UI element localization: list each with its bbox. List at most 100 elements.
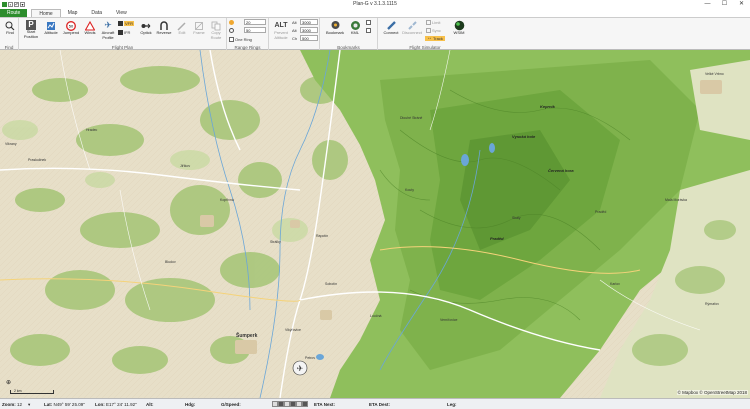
tab-map[interactable]: Map (61, 9, 85, 17)
group-flight-simulator: Connect Disconnect Limit Sync ↔ Track WS… (378, 18, 472, 51)
track-button[interactable]: ↔ Track (425, 36, 445, 41)
winds-button[interactable]: Winds (80, 20, 100, 36)
alt-field-1-label: Alt (292, 20, 297, 25)
alt-field-3-label: Ch (292, 36, 298, 41)
latitude-status: Lat: N49° 59' 25.09" (44, 402, 85, 407)
limit-button[interactable]: Limit (426, 20, 440, 25)
title-bar: ▪ ↶ ▾ Plan-G v 3.1.3.1115 — ☐ ✕ (0, 0, 750, 8)
place-label: Velké Vrbno (705, 72, 724, 76)
peak-label: Praděd (490, 236, 504, 241)
sync-icon (426, 28, 431, 33)
place-label: Praděd (595, 210, 607, 214)
place-label: Vikýřovice (285, 328, 301, 332)
group-range-rings: 20 50 One Ring Range Rings (227, 18, 269, 51)
eta-dest-status: ETA Dest: (369, 402, 391, 407)
heading-status: Hdg: (185, 402, 196, 407)
sync-button[interactable]: Sync (426, 28, 441, 33)
ribbon-tabs: Route Home Map Data View (0, 8, 750, 17)
ifr-icon (118, 30, 123, 35)
window-controls: — ☐ ✕ (699, 0, 750, 8)
maximize-button[interactable]: ☐ (716, 0, 733, 8)
minimize-button[interactable]: — (699, 0, 716, 8)
alt-field-2-input[interactable]: 3000 (300, 27, 318, 33)
map-attribution[interactable]: © Mapbox © OpenStreetMap 2018 (676, 390, 748, 395)
prevent-altitude-button[interactable]: ALT Prevent Altitude (271, 20, 291, 40)
place-label: Strálky (270, 240, 281, 244)
place-label: Kouty (405, 188, 414, 192)
range-ring-1-input[interactable]: 20 (244, 19, 266, 25)
close-button[interactable]: ✕ (733, 0, 750, 8)
svg-text:✈: ✈ (297, 364, 304, 373)
peak-label: Červená hora (548, 168, 574, 173)
place-label: Kopřivná (220, 198, 234, 202)
aircraft-profile-button[interactable]: ✈ Aircraft Profile (98, 20, 118, 40)
jumpend-button[interactable]: 50 Jumpend (61, 20, 81, 36)
track-icon: ↔ (427, 35, 432, 41)
kml-button[interactable]: KML (345, 20, 365, 36)
frame-icon (194, 20, 205, 31)
copy-route-button[interactable]: Copy Route (206, 20, 226, 40)
place-label: Vernířovice (440, 318, 458, 322)
place-label: Loučná (370, 314, 382, 318)
vfr-button[interactable]: VFR (118, 21, 134, 26)
ring-outer-icon (229, 28, 234, 33)
reverse-button[interactable]: Reverse (154, 20, 174, 36)
status-bar: Zoom: 12 ▾ Lat: N49° 59' 25.09" Lon: E17… (0, 398, 750, 409)
connect-button[interactable]: Connect (381, 20, 401, 36)
place-label: Rapotín (316, 234, 329, 238)
disconnect-button[interactable]: Disconnect (402, 20, 422, 36)
find-button[interactable]: Find (0, 20, 20, 36)
place-label: Petrov (305, 356, 316, 360)
window-title: Plan-G v 3.1.3.1115 (353, 1, 397, 7)
airfield-marker[interactable]: ✈ (292, 360, 308, 376)
bookmark-option-1-icon[interactable] (366, 20, 371, 25)
ground-speed-status: G/Speed: (221, 402, 241, 407)
ribbon: Find Find P Start Position Altitude 50 J… (0, 17, 750, 51)
vfr-icon (118, 21, 123, 26)
place-label: Rýmařov (705, 302, 720, 306)
limit-icon (426, 20, 431, 25)
group-flight-plan: P Start Position Altitude 50 Jumpend Win… (19, 18, 227, 51)
tab-view[interactable]: View (109, 9, 134, 17)
place-label: Skály (512, 216, 521, 220)
zoom-control[interactable]: ▾ (28, 402, 30, 408)
svg-text:50: 50 (69, 23, 74, 28)
group-altitude: ALT Prevent Altitude Alt 3000 Alt 3000 C… (269, 18, 320, 51)
progress-indicator (272, 401, 308, 407)
bookmark-option-2-icon[interactable] (366, 28, 371, 33)
range-ring-2-input[interactable]: 50 (244, 27, 266, 33)
altitude-status: Alt: (146, 402, 154, 407)
wsim-button[interactable]: WSIM (449, 20, 469, 36)
pencil-icon (177, 20, 188, 31)
place-label: Šumperk (236, 333, 258, 339)
optick-button[interactable]: Optick (136, 20, 156, 36)
tab-home[interactable]: Home (31, 9, 61, 17)
zoom-status: Zoom: 12 (2, 402, 23, 407)
place-label: Sobotín (325, 282, 338, 286)
alt-field-1-input[interactable]: 3000 (300, 19, 318, 25)
place-label: Praskulinek (28, 158, 47, 162)
alt-field-2-label: Alt (292, 28, 297, 33)
one-ring-button[interactable]: One Ring (229, 37, 252, 42)
scale-label: 2 km (14, 389, 22, 393)
place-label: Bludov (165, 260, 176, 264)
ring-inner-icon (229, 20, 234, 25)
checkbox-icon (229, 37, 234, 42)
copy-icon (211, 20, 222, 31)
place-label: Dlouhé Stráně (400, 116, 423, 120)
peak-label: Keprník (540, 104, 555, 109)
place-label: Malá Morávka (665, 198, 687, 202)
tab-data[interactable]: Data (84, 9, 109, 17)
altitude-button[interactable]: Altitude (41, 20, 61, 36)
terrain-map[interactable]: ✈ (0, 50, 750, 398)
ifr-button[interactable]: IFR (118, 30, 130, 35)
unplug-icon (407, 20, 418, 31)
bookmark-button[interactable]: Bookmark (325, 20, 345, 36)
leg-status: Leg: (447, 402, 457, 407)
start-position-button[interactable]: P Start Position (21, 20, 41, 39)
map-view[interactable]: ✈ Vikrany Praskulinek Velké Vrbno Hradec… (0, 50, 750, 398)
compass-icon: ⊕ (6, 380, 12, 386)
tab-route[interactable]: Route (0, 9, 28, 17)
alt-field-3-input[interactable]: 500 (300, 35, 318, 41)
peak-label: Vysoká hole (512, 134, 536, 139)
